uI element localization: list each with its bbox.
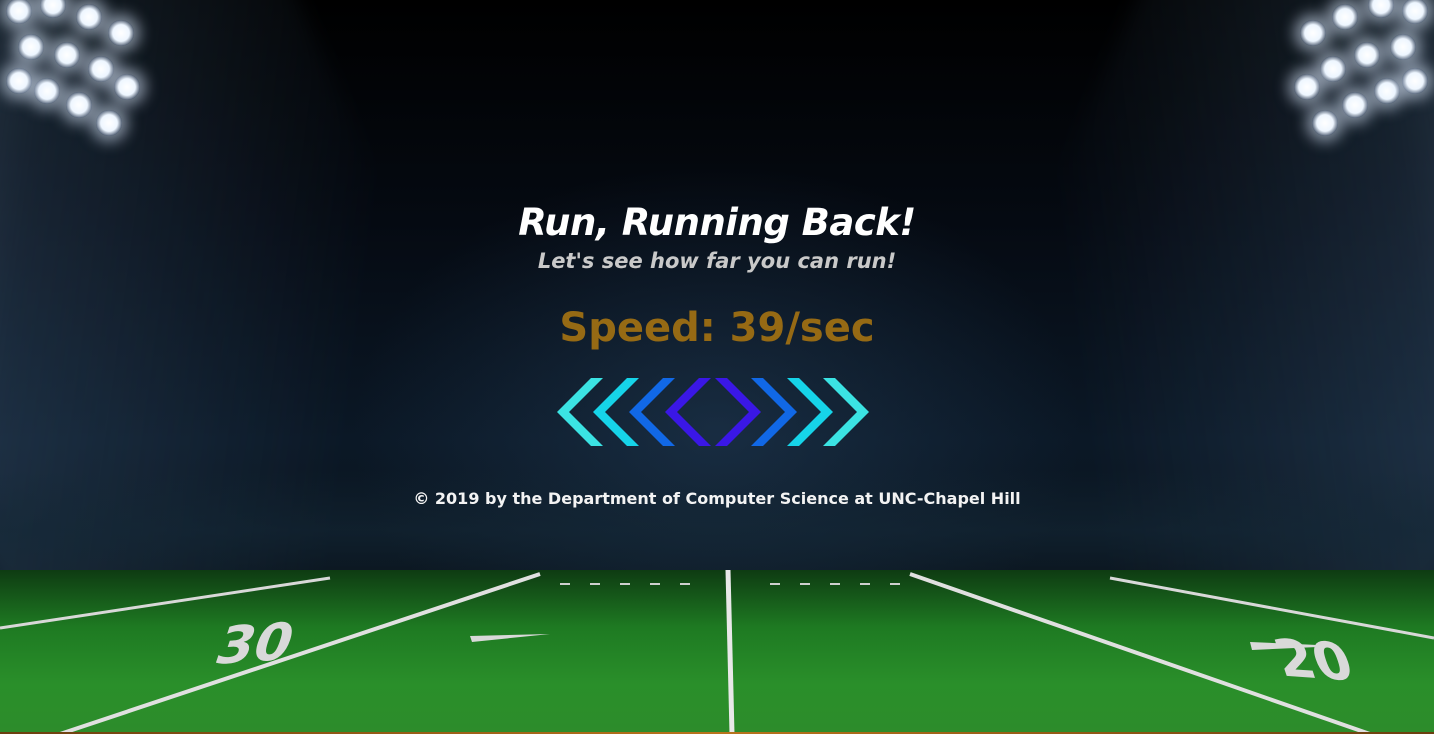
yard-line-center [725, 570, 735, 734]
game-scene: 30 20 Run, Running Back! Let's see how f… [0, 0, 1434, 734]
chevron-right-icon [715, 378, 761, 446]
stadium-lights-right [1294, 0, 1434, 160]
field-markings: 30 20 [0, 570, 1434, 734]
yard-number-30: 30 [208, 611, 302, 676]
game-subtitle: Let's see how far you can run! [537, 249, 897, 273]
run-controls [557, 378, 869, 446]
chevron-left-icon [665, 378, 711, 446]
copyright-footer: © 2019 by the Department of Computer Sci… [413, 489, 1021, 508]
move-left-control[interactable] [557, 378, 711, 446]
title-block: Run, Running Back! Let's see how far you… [0, 200, 1434, 276]
game-title: Run, Running Back! [518, 201, 916, 244]
football-field: 30 20 [0, 570, 1434, 734]
move-right-control[interactable] [715, 378, 869, 446]
stadium-lights-left [0, 0, 140, 160]
yard-arrow-left [470, 634, 550, 642]
yard-number-20: 20 [1266, 628, 1360, 693]
speed-readout: Speed: 39/sec [559, 305, 875, 351]
yard-line-left [59, 572, 541, 734]
